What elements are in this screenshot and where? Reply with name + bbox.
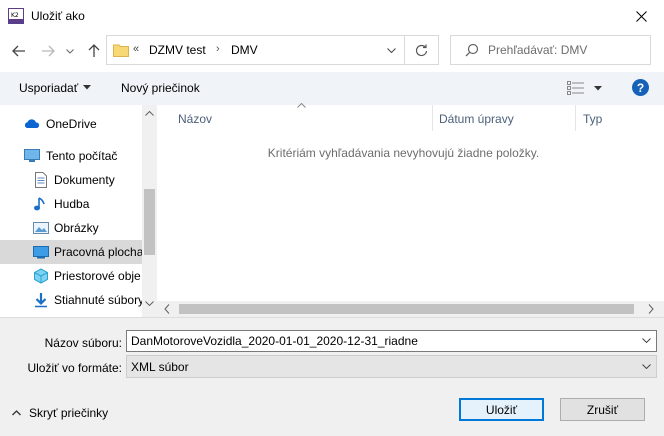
app-icon: K2 [8, 8, 24, 24]
cancel-button[interactable]: Zrušiť [560, 398, 645, 421]
sidebar-item-documents[interactable]: Dokumenty [0, 168, 142, 192]
sidebar-item-3d-objects[interactable]: Priestorové obje [0, 264, 142, 288]
navigation-pane: OneDrive Tento počítač Dokumenty Hudba O… [0, 105, 156, 317]
arrow-right-icon [42, 45, 55, 57]
save-form: Názov súboru: DanMotoroveVozidla_2020-01… [0, 317, 664, 436]
file-name-value[interactable]: DanMotoroveVozidla_2020-01-01_2020-12-31… [131, 334, 418, 348]
music-icon [34, 197, 45, 211]
chevron-up-icon [12, 410, 21, 416]
cancel-button-label: Zrušiť [586, 402, 619, 417]
horizontal-scroll-thumb[interactable] [179, 304, 634, 314]
arrow-up-icon [88, 44, 100, 57]
breadcrumb-separator[interactable]: › [216, 43, 220, 55]
sidebar-scroll-thumb[interactable] [144, 189, 155, 255]
hide-folders-button[interactable]: Skryť priečinky [12, 406, 108, 420]
file-list: Názov Dátum úpravy Typ Kritériám vyhľadá… [157, 103, 664, 317]
empty-message: Kritériám vyhľadávania nevyhovujú žiadne… [267, 146, 540, 160]
up-button[interactable] [83, 40, 105, 62]
scroll-down-icon[interactable] [145, 301, 154, 306]
refresh-button[interactable] [404, 36, 438, 64]
breadcrumb-overflow[interactable]: « [133, 43, 139, 55]
hide-folders-label: Skryť priečinky [29, 406, 109, 420]
sidebar-item-music[interactable]: Hudba [0, 192, 142, 216]
file-name-label: Názov súboru: [44, 336, 122, 350]
view-details-icon[interactable] [567, 81, 585, 95]
address-dropdown-button[interactable] [379, 37, 403, 63]
chevron-down-icon [386, 47, 396, 53]
search-icon [465, 43, 479, 57]
caret-down-icon[interactable] [83, 85, 91, 90]
file-list-horizontal-scrollbar[interactable] [157, 301, 664, 317]
documents-icon [35, 172, 47, 188]
sidebar-item-pictures[interactable]: Obrázky [0, 216, 142, 240]
window-title: Uložiť ako [31, 9, 85, 23]
new-folder-button[interactable]: Nový priečinok [121, 81, 200, 95]
help-button[interactable]: ? [632, 79, 649, 96]
scroll-up-icon[interactable] [145, 111, 154, 116]
arrow-left-icon [12, 45, 25, 57]
column-divider[interactable] [432, 105, 433, 131]
file-type-select[interactable]: XML súbor [126, 355, 657, 378]
close-button[interactable] [618, 0, 664, 32]
scroll-right-icon[interactable] [648, 304, 654, 314]
pictures-icon [33, 222, 49, 234]
sidebar-item-desktop[interactable]: Pracovná plocha [0, 240, 143, 264]
close-icon [635, 10, 647, 22]
forward-button[interactable] [37, 40, 59, 62]
sidebar-item-onedrive[interactable]: OneDrive [0, 112, 142, 136]
sort-caret-icon [297, 103, 306, 108]
breadcrumb-dzmv-test[interactable]: DZMV test [149, 43, 206, 57]
organize-button[interactable]: Usporiadať [19, 81, 78, 95]
chevron-down-icon [66, 48, 74, 54]
3d-objects-icon [34, 268, 48, 284]
chevron-down-icon[interactable] [642, 338, 651, 343]
onedrive-icon [24, 119, 40, 128]
chevron-down-icon[interactable] [642, 364, 651, 369]
sidebar-item-this-pc[interactable]: Tento počítač [0, 144, 142, 168]
back-button[interactable] [8, 40, 30, 62]
title-bar: K2 Uložiť ako [0, 0, 664, 32]
file-type-value: XML súbor [131, 360, 189, 374]
save-button[interactable]: Uložiť [459, 398, 544, 421]
computer-icon [24, 149, 40, 162]
column-divider[interactable] [575, 105, 576, 131]
column-name[interactable]: Názov [178, 112, 212, 126]
file-name-input[interactable]: DanMotoroveVozidla_2020-01-01_2020-12-31… [126, 330, 657, 352]
breadcrumb-dmv[interactable]: DMV [231, 43, 258, 57]
caret-down-icon[interactable] [594, 86, 602, 91]
search-input[interactable]: Prehľadávať: DMV [488, 43, 587, 57]
column-date-modified[interactable]: Dátum úpravy [439, 112, 514, 126]
desktop-icon [33, 246, 49, 259]
command-toolbar: Usporiadať Nový priečinok ? [0, 72, 664, 105]
downloads-icon [35, 293, 47, 308]
folder-icon [113, 44, 129, 57]
save-button-label: Uložiť [485, 402, 518, 417]
file-type-label: Uložiť vo formáte: [27, 361, 122, 375]
search-box[interactable]: Prehľadávať: DMV [450, 35, 651, 65]
sidebar-item-downloads[interactable]: Stiahnuté súbory [0, 288, 144, 312]
address-bar[interactable]: « DZMV test › DMV [106, 35, 439, 65]
recent-locations-button[interactable] [63, 40, 77, 62]
sidebar-scrollbar[interactable] [142, 105, 157, 317]
svg-text:K2: K2 [11, 12, 19, 19]
scroll-left-icon[interactable] [164, 304, 170, 314]
column-type[interactable]: Typ [583, 112, 602, 126]
refresh-icon [415, 44, 428, 56]
